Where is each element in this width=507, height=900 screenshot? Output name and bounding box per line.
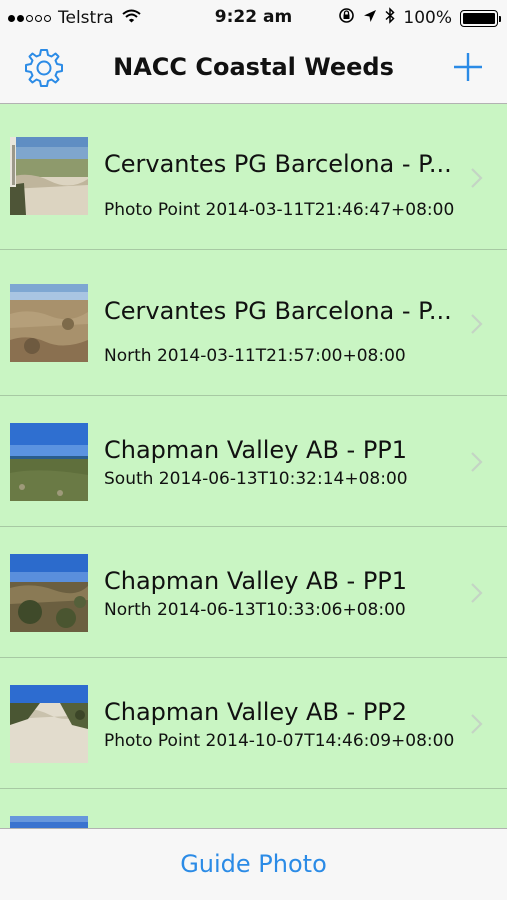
list-item-subtitle: North 2014-03-11T21:57:00+08:00 [104, 346, 406, 366]
chevron-right-icon [471, 714, 483, 734]
chevron-right-icon [471, 583, 483, 603]
photo-point-list: Cervantes PG Barcelona - P... Photo Poin… [0, 104, 507, 828]
bluetooth-icon [385, 7, 395, 29]
list-item-title: Chapman Valley AB - PP1 [104, 436, 408, 464]
plus-icon[interactable] [451, 50, 485, 84]
list-item-subtitle: Photo Point 2014-10-07T14:46:09+08:00 [104, 731, 455, 751]
list-item-title: Chapman Valley AB - PP1 [104, 567, 408, 595]
page-title: NACC Coastal Weeds [113, 53, 394, 81]
thumbnail [10, 137, 88, 215]
list-item[interactable]: Chapman Valley AB - PP1 North 2014-06-13… [0, 527, 507, 658]
battery-icon [460, 9, 501, 27]
status-bar: Telstra 9:22 am 100% [0, 0, 507, 36]
chevron-right-icon [471, 314, 483, 334]
thumbnail [10, 284, 88, 362]
list-item-subtitle: Photo Point 2014-03-11T21:46:47+08:00 [104, 200, 455, 220]
thumbnail [10, 423, 88, 501]
list-item-title: Chapman Valley AB - PP2 [104, 698, 408, 726]
list-item-subtitle: South 2014-06-13T10:32:14+08:00 [104, 469, 408, 489]
list-item[interactable]: Chapman Valley AB - PP2 Photo Point 2014… [0, 658, 507, 789]
chevron-right-icon [471, 168, 483, 188]
add-button[interactable] [451, 50, 485, 84]
battery-percentage: 100% [403, 8, 452, 28]
thumbnail [10, 816, 88, 828]
rotation-lock-icon [338, 7, 355, 29]
thumbnail [10, 554, 88, 632]
bottom-toolbar: Guide Photo [0, 828, 507, 900]
chevron-right-icon [471, 452, 483, 472]
list-item-title: Cervantes PG Barcelona - P... [104, 150, 452, 178]
list-item[interactable] [0, 789, 507, 828]
status-right: 100% [338, 7, 501, 29]
location-icon [363, 8, 377, 28]
list-item[interactable]: Cervantes PG Barcelona - P... Photo Poin… [0, 104, 507, 250]
guide-photo-button[interactable]: Guide Photo [0, 850, 507, 878]
list-item-subtitle: North 2014-06-13T10:33:06+08:00 [104, 600, 406, 620]
list-item-title: Cervantes PG Barcelona - P... [104, 297, 452, 325]
thumbnail [10, 685, 88, 763]
navigation-bar: NACC Coastal Weeds [0, 36, 507, 104]
list-item[interactable]: Cervantes PG Barcelona - P... North 2014… [0, 250, 507, 396]
list-item[interactable]: Chapman Valley AB - PP1 South 2014-06-13… [0, 396, 507, 527]
